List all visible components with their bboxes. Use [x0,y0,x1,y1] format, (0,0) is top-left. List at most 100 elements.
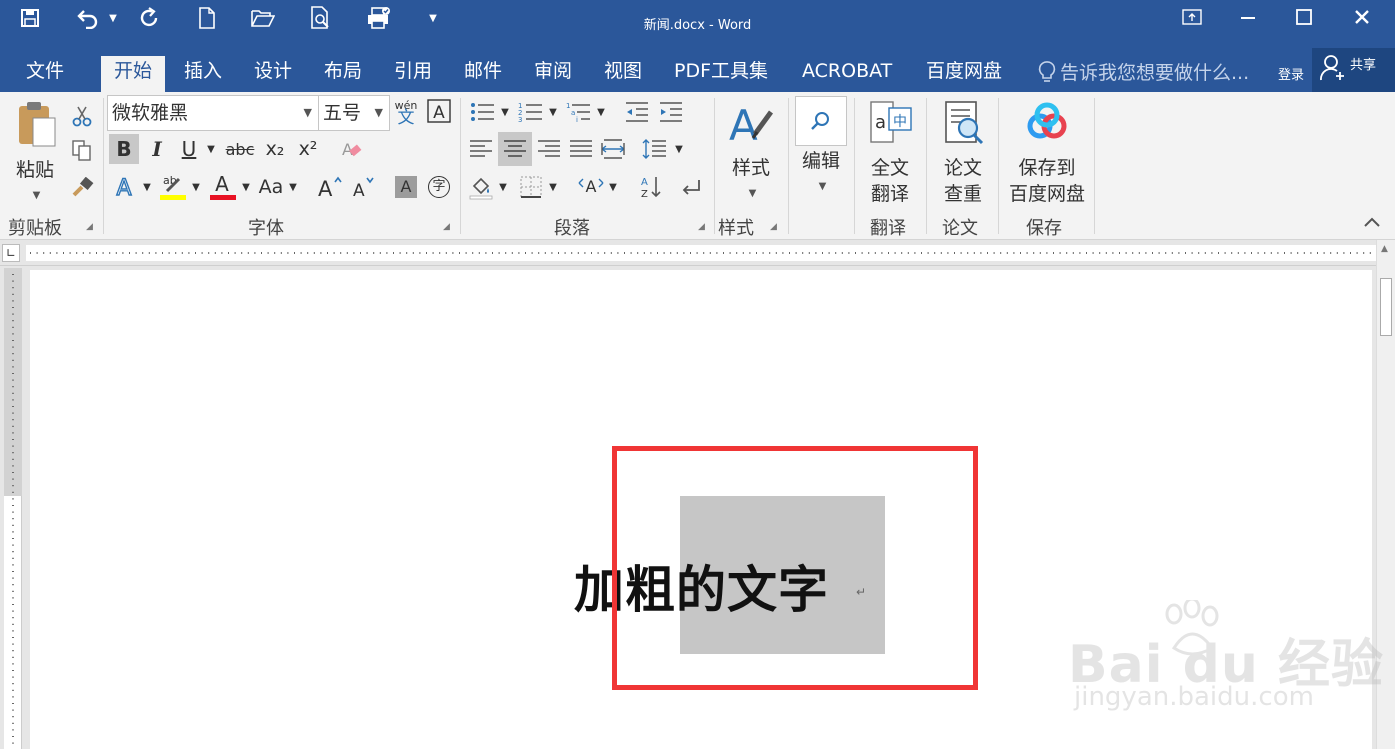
full-text-translate-button[interactable]: a中 全文 翻译 [858,98,922,210]
tab-references[interactable]: 引用 [394,56,432,92]
bullets-dropdown-icon[interactable]: ▼ [498,98,512,126]
shading-icon[interactable] [466,172,496,202]
borders-dropdown-icon[interactable]: ▼ [546,172,560,202]
tab-pdf-tools[interactable]: PDF工具集 [674,56,768,92]
font-dialog-launcher-icon[interactable]: ◢ [443,222,450,232]
font-size-value: 五号 [323,102,362,124]
increase-indent-icon[interactable] [656,98,686,126]
multilevel-list-icon[interactable]: 1ai [564,98,594,126]
repeat-icon[interactable] [132,4,166,32]
tab-insert[interactable]: 插入 [184,56,222,92]
change-case-dropdown-icon[interactable]: ▼ [286,172,300,202]
highlight-dropdown-icon[interactable]: ▼ [189,172,203,202]
sort-icon[interactable]: AZ [636,172,666,202]
align-left-icon[interactable] [466,134,496,164]
align-right-icon[interactable] [534,134,564,164]
ruler-tick [1165,252,1167,254]
paper-check-button[interactable]: 论文 查重 [932,98,994,210]
minimize-icon[interactable] [1222,0,1274,34]
strikethrough-button[interactable]: abc [223,134,257,164]
editing-button[interactable]: 编辑 ▼ [794,96,848,206]
borders-icon[interactable] [516,172,546,202]
multilevel-list-dropdown-icon[interactable]: ▼ [594,98,608,126]
vertical-ruler-tick [12,703,14,704]
tab-layout[interactable]: 布局 [324,56,362,92]
font-color-icon[interactable]: A [206,170,238,202]
undo-icon[interactable] [70,4,106,32]
save-to-baidu-line2: 百度网盘 [1008,183,1085,205]
font-size-combo[interactable]: 五号 ▼ [318,95,390,131]
numbering-icon[interactable]: 123 [516,98,546,126]
maximize-icon[interactable] [1278,0,1330,34]
subscript-button[interactable]: x₂ [260,134,290,164]
tab-design[interactable]: 设计 [254,56,292,92]
horizontal-ruler[interactable]: ∟ [0,240,1395,266]
chinese-layout-dropdown-icon[interactable]: ▼ [606,172,620,202]
underline-dropdown-icon[interactable]: ▼ [204,134,218,164]
shrink-font-icon[interactable]: A [348,172,378,202]
bullets-icon[interactable] [468,98,498,126]
paste-button[interactable]: 粘贴 ▼ [8,100,62,206]
customize-toolbar-icon[interactable]: ▼ [424,4,442,32]
print-preview-icon[interactable] [304,4,338,32]
change-case-button[interactable]: Aa [256,172,286,202]
character-border-button[interactable]: A [426,98,452,124]
highlight-color-icon[interactable]: ab [156,170,188,202]
show-paragraph-marks-icon[interactable] [676,172,706,202]
enclose-characters-button[interactable]: 字 [426,174,452,200]
tab-acrobat[interactable]: ACROBAT [802,56,892,92]
bold-button[interactable]: B [109,134,139,164]
vertical-ruler[interactable] [4,268,22,749]
text-effects-dropdown-icon[interactable]: ▼ [140,172,154,202]
italic-button[interactable]: I [142,134,172,164]
undo-dropdown-icon[interactable]: ▼ [106,4,120,32]
clipboard-dialog-launcher-icon[interactable]: ◢ [86,222,93,232]
decrease-indent-icon[interactable] [622,98,652,126]
justify-icon[interactable] [566,134,596,164]
save-icon[interactable] [12,4,48,32]
tab-home[interactable]: 开始 [101,56,166,92]
open-folder-icon[interactable] [246,4,280,32]
copy-icon[interactable] [68,136,96,164]
collapse-ribbon-icon[interactable] [1360,212,1384,232]
tab-mailings[interactable]: 邮件 [464,56,502,92]
share-button[interactable]: 共享 [1312,48,1395,92]
ribbon-display-options-icon[interactable] [1166,0,1218,34]
chinese-layout-icon[interactable]: A [576,172,606,202]
tab-view[interactable]: 视图 [604,56,642,92]
scroll-up-icon[interactable]: ▲ [1381,244,1388,254]
styles-dialog-launcher-icon[interactable]: ◢ [770,222,777,232]
save-to-baidu-button[interactable]: 保存到 百度网盘 [1002,98,1092,210]
ruler-tick [360,252,361,254]
font-color-dropdown-icon[interactable]: ▼ [239,172,253,202]
line-spacing-icon[interactable] [640,134,670,164]
character-shading-button[interactable]: A [393,174,419,200]
new-document-icon[interactable] [190,4,224,32]
tab-baidu-netdisk[interactable]: 百度网盘 [926,56,1002,92]
superscript-button[interactable]: x² [293,134,323,164]
align-center-icon[interactable] [498,132,532,166]
clear-formatting-icon[interactable]: A [336,134,366,164]
paragraph-dialog-launcher-icon[interactable]: ◢ [698,222,705,232]
shading-dropdown-icon[interactable]: ▼ [496,172,510,202]
close-icon[interactable] [1336,0,1388,34]
styles-button[interactable]: A 样式 ▼ [722,98,780,208]
cut-icon[interactable] [68,102,96,130]
tell-me-search[interactable]: 告诉我您想要做什么... [1038,58,1249,85]
underline-button[interactable]: U [176,134,202,164]
line-spacing-dropdown-icon[interactable]: ▼ [672,134,686,164]
numbering-dropdown-icon[interactable]: ▼ [546,98,560,126]
quick-print-icon[interactable] [362,4,396,32]
login-link[interactable]: 登录 [1278,64,1304,83]
tab-file[interactable]: 文件 [26,56,64,92]
grow-font-icon[interactable]: A [314,172,344,202]
phonetic-guide-button[interactable]: wén 文 [393,96,419,128]
ruler-tick [1290,252,1292,254]
scroll-thumb[interactable] [1380,278,1392,336]
text-effects-icon[interactable]: A [109,172,139,202]
format-painter-icon[interactable] [68,174,96,202]
tab-selector[interactable]: ∟ [2,244,20,262]
font-name-combo[interactable]: 微软雅黑 ▼ [107,95,319,131]
distributed-icon[interactable] [598,134,628,164]
tab-review[interactable]: 审阅 [534,56,572,92]
